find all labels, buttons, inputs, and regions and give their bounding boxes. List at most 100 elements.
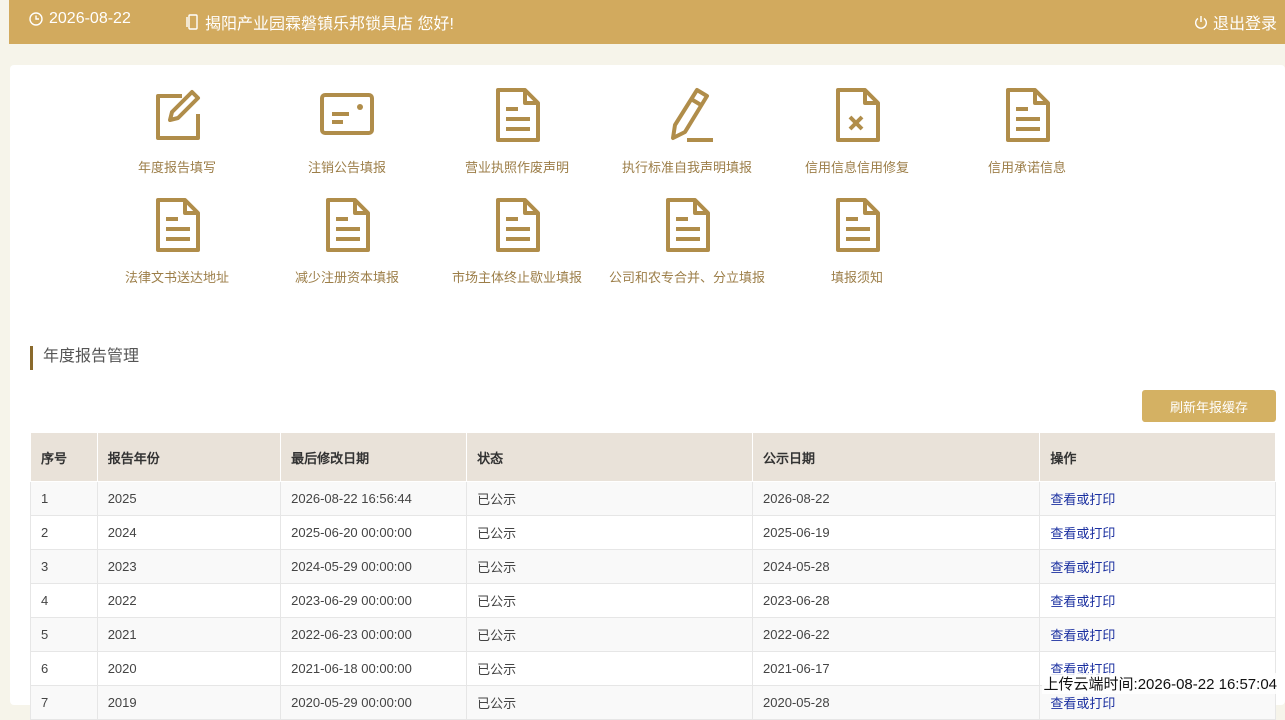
table-row: 3 2023 2024-05-29 00:00:00 已公示 2024-05-28 查看或… (30, 549, 1276, 584)
table-cell: 5 (30, 617, 98, 652)
document-icon (767, 197, 947, 253)
greeting-text: 揭阳产业园霖磐镇乐邦锁具店 您好! (205, 16, 454, 33)
menu-item[interactable]: 年度报告填写 (87, 87, 267, 176)
view-print-link[interactable]: 查看或打印 (1039, 549, 1276, 584)
table-cell: 3 (30, 549, 98, 584)
table-cell: 2025 (96, 481, 282, 516)
menu-item-label: 营业执照作废声明 (464, 160, 569, 175)
table-cell: 已公示 (466, 617, 754, 652)
document-icon (937, 87, 1117, 143)
document-icon (427, 87, 607, 143)
section-title: 年度报告管理 (30, 346, 139, 370)
card-icon (257, 87, 437, 143)
menu-item-label: 信用承诺信息 (987, 160, 1066, 175)
table-row: 4 2022 2023-06-29 00:00:00 已公示 2023-06-28 查看或… (30, 583, 1276, 618)
clock-icon (29, 12, 43, 26)
table-cell: 1 (30, 481, 98, 516)
table-cell: 2023-06-29 00:00:00 (280, 583, 468, 618)
table-cell: 2025-06-20 00:00:00 (280, 515, 468, 550)
menu-item-label: 减少注册资本填报 (294, 270, 399, 285)
table-cell: 2022-06-22 (752, 617, 1041, 652)
menu-item-label: 信用信息信用修复 (804, 160, 909, 175)
document-icon (597, 197, 777, 253)
view-print-link[interactable]: 查看或打印 (1039, 515, 1276, 550)
menu-item[interactable]: 减少注册资本填报 (257, 197, 437, 286)
table-cell: 4 (30, 583, 98, 618)
greeting: 揭阳产业园霖磐镇乐邦锁具店 您好! (186, 10, 454, 34)
table-cell: 2020 (96, 651, 282, 686)
table-cell: 已公示 (466, 481, 754, 516)
document-icon (427, 197, 607, 253)
table-cell: 2024-05-29 00:00:00 (280, 549, 468, 584)
phone-icon (186, 14, 198, 30)
function-menu: 年度报告填写 注销公告填报 营业执照作废声明 执行标准自我声明填报 信用信息信用修复 信用… (10, 65, 1285, 305)
table-row: 2 2024 2025-06-20 00:00:00 已公示 2025-06-19 查看或… (30, 515, 1276, 550)
document-x-icon (767, 87, 947, 143)
date-text: 2026-08-22 (49, 10, 131, 27)
table-cell: 已公示 (466, 549, 754, 584)
table-cell: 7 (30, 685, 98, 720)
column-header: 报告年份 (96, 432, 282, 482)
column-header: 操作 (1039, 432, 1276, 482)
refresh-cache-button[interactable]: 刷新年报缓存 (1142, 390, 1276, 422)
table-cell: 2020-05-29 00:00:00 (280, 685, 468, 720)
document-icon (87, 197, 267, 253)
table-cell: 2 (30, 515, 98, 550)
menu-item[interactable]: 信用信息信用修复 (767, 87, 947, 176)
table-cell: 2023 (96, 549, 282, 584)
menu-item-label: 公司和农专合并、分立填报 (608, 270, 765, 285)
menu-item[interactable]: 执行标准自我声明填报 (597, 87, 777, 176)
table-header-row: 序号 报告年份 最后修改日期 状态 公示日期 操作 (30, 432, 1276, 482)
column-header: 公示日期 (752, 432, 1041, 482)
table-cell: 2021-06-18 00:00:00 (280, 651, 468, 686)
menu-item[interactable]: 注销公告填报 (257, 87, 437, 176)
menu-item-label: 年度报告填写 (137, 160, 216, 175)
table-row: 1 2025 2026-08-22 16:56:44 已公示 2026-08-22 查看或… (30, 481, 1276, 516)
upload-time: 上传云端时间:2026-08-22 16:57:04 (1041, 673, 1279, 694)
table-cell: 2024 (96, 515, 282, 550)
view-print-link[interactable]: 查看或打印 (1039, 617, 1276, 652)
table-cell: 2021-06-17 (752, 651, 1041, 686)
table-cell: 已公示 (466, 685, 754, 720)
menu-item-label: 法律文书送达地址 (124, 270, 229, 285)
menu-item-label: 填报须知 (830, 270, 883, 285)
top-bar: 2026-08-22 揭阳产业园霖磐镇乐邦锁具店 您好! 退出登录 (9, 0, 1285, 44)
pencil-icon (597, 87, 777, 143)
menu-item[interactable]: 法律文书送达地址 (87, 197, 267, 286)
date-display: 2026-08-22 (29, 10, 131, 28)
menu-item-label: 执行标准自我声明填报 (621, 160, 752, 175)
table-cell: 2023-06-28 (752, 583, 1041, 618)
menu-item-label: 市场主体终止歇业填报 (451, 270, 582, 285)
table-cell: 2022 (96, 583, 282, 618)
table-cell: 已公示 (466, 515, 754, 550)
view-print-link[interactable]: 查看或打印 (1039, 583, 1276, 618)
column-header: 最后修改日期 (280, 432, 468, 482)
table-cell: 2026-08-22 16:56:44 (280, 481, 468, 516)
column-header: 状态 (466, 432, 754, 482)
menu-item[interactable]: 营业执照作废声明 (427, 87, 607, 176)
menu-item[interactable]: 市场主体终止歇业填报 (427, 197, 607, 286)
menu-item[interactable]: 信用承诺信息 (937, 87, 1117, 176)
column-header: 序号 (30, 432, 98, 482)
menu-item-label: 注销公告填报 (307, 160, 386, 175)
main-panel: 年度报告填写 注销公告填报 营业执照作废声明 执行标准自我声明填报 信用信息信用修复 信用… (10, 65, 1285, 720)
table-cell: 2024-05-28 (752, 549, 1041, 584)
table-cell: 6 (30, 651, 98, 686)
table-cell: 2019 (96, 685, 282, 720)
table-cell: 2025-06-19 (752, 515, 1041, 550)
power-icon (1194, 16, 1207, 29)
logout-button[interactable]: 退出登录 (1194, 10, 1277, 34)
table-cell: 已公示 (466, 583, 754, 618)
table-cell: 2026-08-22 (752, 481, 1041, 516)
document-icon (257, 197, 437, 253)
view-print-link[interactable]: 查看或打印 (1039, 481, 1276, 516)
edit-icon (87, 87, 267, 143)
logout-label: 退出登录 (1212, 16, 1277, 33)
table-cell: 2020-05-28 (752, 685, 1041, 720)
table-cell: 2022-06-23 00:00:00 (280, 617, 468, 652)
menu-item[interactable]: 填报须知 (767, 197, 947, 286)
table-cell: 2021 (96, 617, 282, 652)
table-row: 5 2021 2022-06-23 00:00:00 已公示 2022-06-22 查看或… (30, 617, 1276, 652)
table-cell: 已公示 (466, 651, 754, 686)
menu-item[interactable]: 公司和农专合并、分立填报 (597, 197, 777, 286)
